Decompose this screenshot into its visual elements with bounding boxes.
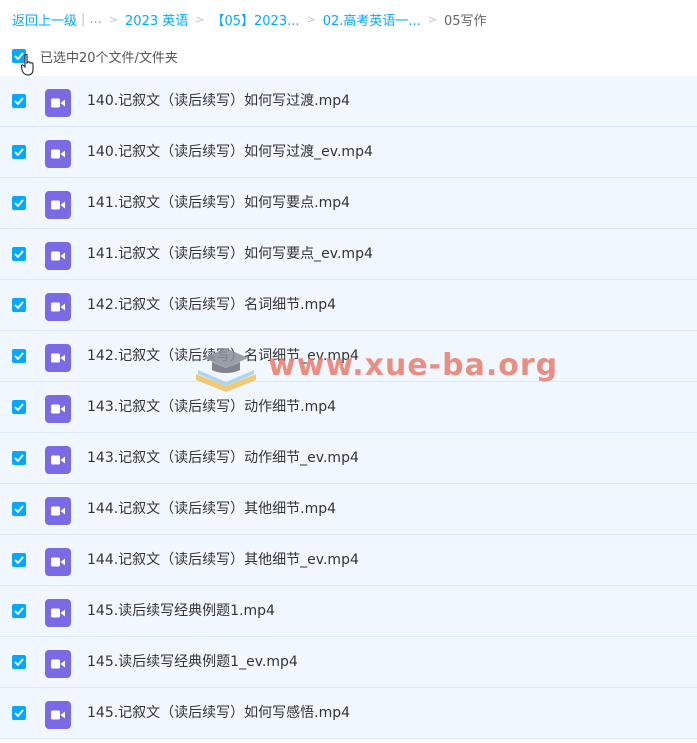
breadcrumb: 返回上一级 | ... > 2023 英语 > 【05】2023... > 02… — [12, 8, 487, 30]
file-name[interactable]: 140.记叙文（读后续写）如何写过渡.mp4 — [87, 76, 350, 127]
file-row[interactable]: 145.读后续写经典例题1.mp4 — [0, 586, 697, 637]
file-checkbox[interactable] — [12, 400, 26, 414]
file-row[interactable]: 144.记叙文（读后续写）其他细节.mp4 — [0, 484, 697, 535]
file-checkbox[interactable] — [12, 94, 26, 108]
file-checkbox[interactable] — [12, 349, 26, 363]
breadcrumb-item[interactable]: 【05】2023... — [211, 10, 299, 29]
video-file-icon — [45, 89, 71, 117]
file-list: 140.记叙文（读后续写）如何写过渡.mp4 140.记叙文（读后续写）如何写过渡… — [0, 76, 697, 739]
breadcrumb-separator-icon: > — [108, 12, 119, 26]
file-name[interactable]: 144.记叙文（读后续写）其他细节.mp4 — [87, 484, 336, 535]
file-name[interactable]: 141.记叙文（读后续写）如何写要点_ev.mp4 — [87, 229, 373, 280]
file-name[interactable]: 140.记叙文（读后续写）如何写过渡_ev.mp4 — [87, 127, 373, 178]
file-row[interactable]: 141.记叙文（读后续写）如何写要点_ev.mp4 — [0, 229, 697, 280]
file-checkbox[interactable] — [12, 655, 26, 669]
file-checkbox[interactable] — [12, 145, 26, 159]
back-link[interactable]: 返回上一级 — [12, 10, 77, 29]
selection-count-label: 已选中20个文件/文件夹 — [40, 50, 178, 66]
file-row[interactable]: 143.记叙文（读后续写）动作细节_ev.mp4 — [0, 433, 697, 484]
file-row[interactable]: 141.记叙文（读后续写）如何写要点.mp4 — [0, 178, 697, 229]
video-file-icon — [45, 395, 71, 423]
file-row[interactable]: 142.记叙文（读后续写）名词细节_ev.mp4 — [0, 331, 697, 382]
video-file-icon — [45, 140, 71, 168]
file-checkbox[interactable] — [12, 247, 26, 261]
file-name[interactable]: 145.读后续写经典例题1.mp4 — [87, 586, 275, 637]
breadcrumb-item[interactable]: 02.高考英语一... — [323, 10, 421, 29]
file-checkbox[interactable] — [12, 196, 26, 210]
file-row[interactable]: 145.记叙文（读后续写）如何写感悟.mp4 — [0, 688, 697, 739]
video-file-icon — [45, 599, 71, 627]
breadcrumb-separator-icon: > — [427, 12, 438, 26]
video-file-icon — [45, 344, 71, 372]
breadcrumb-divider: | — [81, 11, 86, 27]
file-name[interactable]: 144.记叙文（读后续写）其他细节_ev.mp4 — [87, 535, 359, 586]
breadcrumb-current: 05写作 — [444, 13, 487, 29]
video-file-icon — [45, 701, 71, 729]
file-name[interactable]: 143.记叙文（读后续写）动作细节.mp4 — [87, 382, 336, 433]
hand-cursor-icon — [21, 54, 34, 76]
file-row[interactable]: 143.记叙文（读后续写）动作细节.mp4 — [0, 382, 697, 433]
file-row[interactable]: 140.记叙文（读后续写）如何写过渡.mp4 — [0, 76, 697, 127]
file-checkbox[interactable] — [12, 451, 26, 465]
file-row[interactable]: 144.记叙文（读后续写）其他细节_ev.mp4 — [0, 535, 697, 586]
video-file-icon — [45, 242, 71, 270]
breadcrumb-separator-icon: > — [195, 12, 205, 26]
breadcrumb-item[interactable]: 2023 英语 — [125, 10, 188, 29]
file-row[interactable]: 145.读后续写经典例题1_ev.mp4 — [0, 637, 697, 688]
video-file-icon — [45, 650, 71, 678]
file-checkbox[interactable] — [12, 706, 26, 720]
file-name[interactable]: 145.记叙文（读后续写）如何写感悟.mp4 — [87, 688, 350, 739]
video-file-icon — [45, 293, 71, 321]
video-file-icon — [45, 548, 71, 576]
file-name[interactable]: 142.记叙文（读后续写）名词细节_ev.mp4 — [87, 331, 359, 382]
file-name[interactable]: 145.读后续写经典例题1_ev.mp4 — [87, 637, 298, 688]
file-checkbox[interactable] — [12, 298, 26, 312]
file-checkbox[interactable] — [12, 553, 26, 567]
video-file-icon — [45, 497, 71, 525]
video-file-icon — [45, 191, 71, 219]
file-checkbox[interactable] — [12, 502, 26, 516]
file-row[interactable]: 142.记叙文（读后续写）名词细节.mp4 — [0, 280, 697, 331]
selection-bar: 已选中20个文件/文件夹 — [12, 46, 178, 66]
video-file-icon — [45, 446, 71, 474]
file-row[interactable]: 140.记叙文（读后续写）如何写过渡_ev.mp4 — [0, 127, 697, 178]
file-name[interactable]: 142.记叙文（读后续写）名词细节.mp4 — [87, 280, 336, 331]
file-name[interactable]: 141.记叙文（读后续写）如何写要点.mp4 — [87, 178, 350, 229]
breadcrumb-ellipsis[interactable]: ... — [89, 12, 101, 27]
file-name[interactable]: 143.记叙文（读后续写）动作细节_ev.mp4 — [87, 433, 359, 484]
breadcrumb-separator-icon: > — [306, 12, 316, 26]
file-checkbox[interactable] — [12, 604, 26, 618]
